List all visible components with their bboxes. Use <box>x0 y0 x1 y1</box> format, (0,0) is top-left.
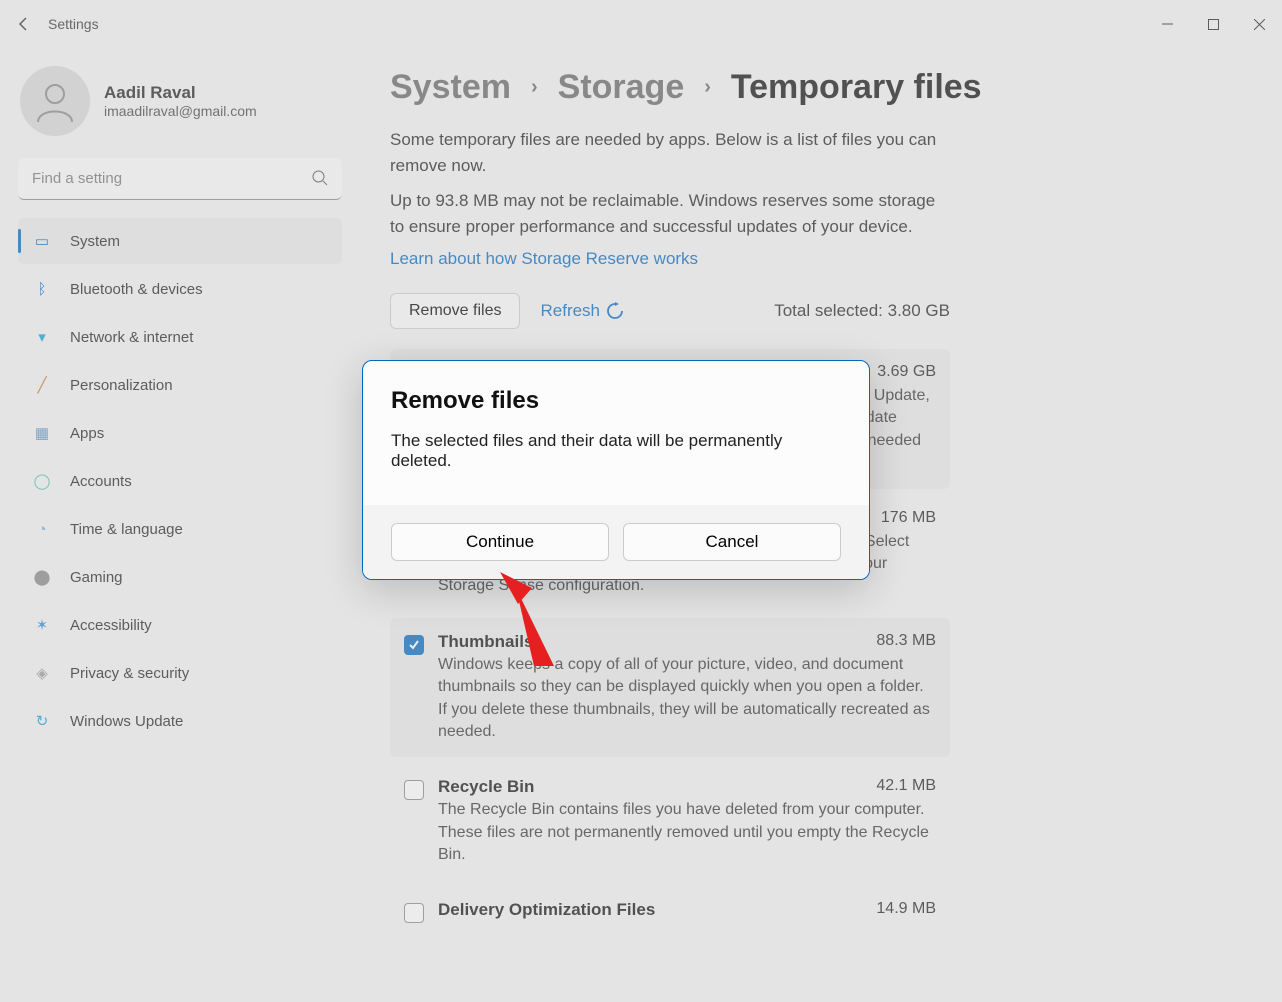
dialog-text: The selected files and their data will b… <box>391 431 841 471</box>
modal-overlay: Remove files The selected files and thei… <box>0 0 1282 1002</box>
continue-button[interactable]: Continue <box>391 523 609 561</box>
remove-files-dialog: Remove files The selected files and thei… <box>362 360 870 580</box>
dialog-title: Remove files <box>391 387 841 415</box>
cancel-button[interactable]: Cancel <box>623 523 841 561</box>
